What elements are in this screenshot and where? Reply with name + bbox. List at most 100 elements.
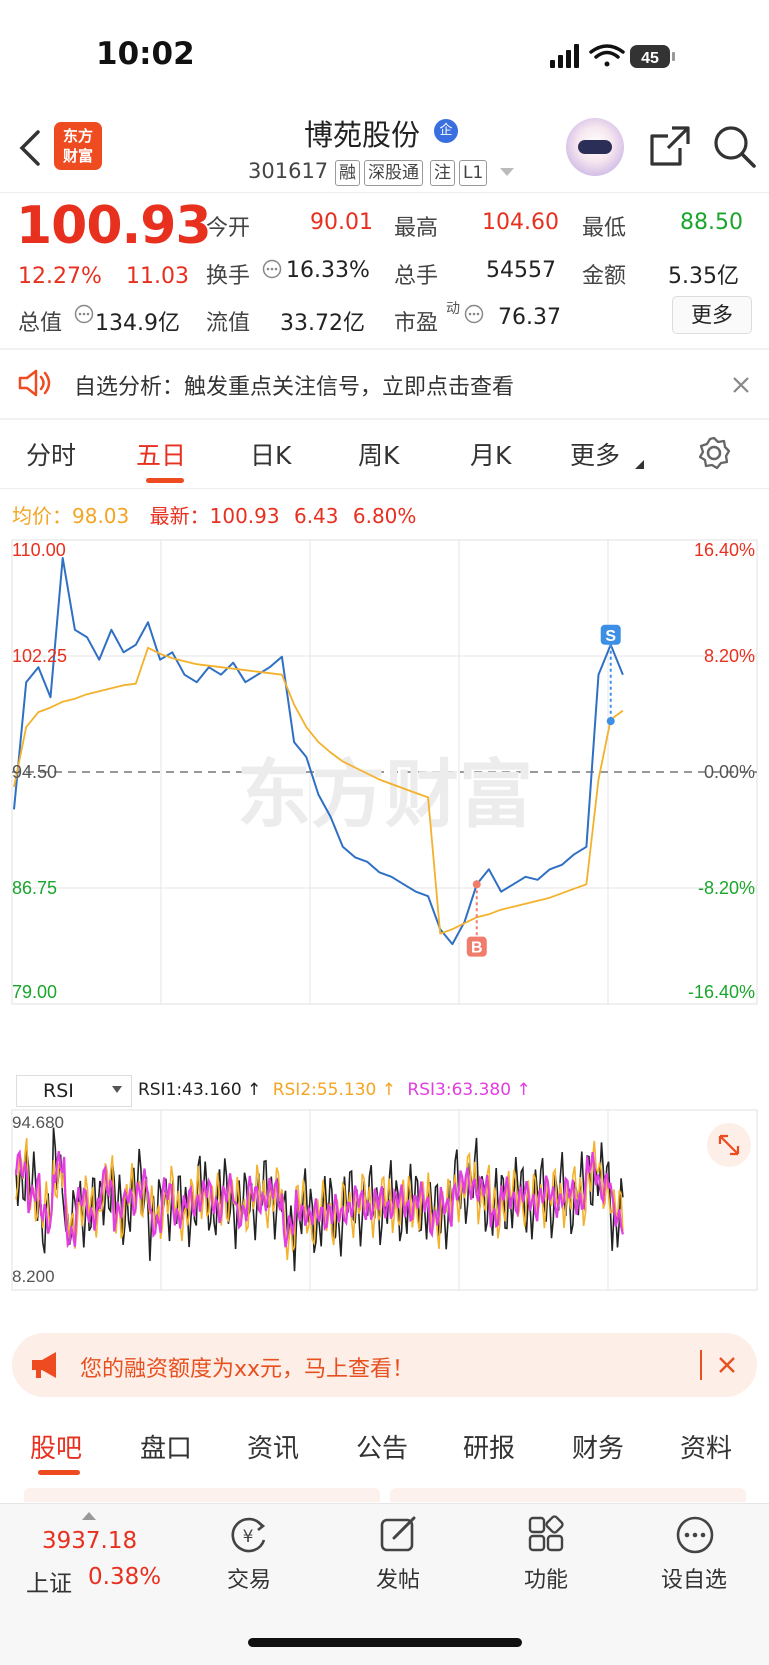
y-tick-left: 79.00 [12,982,57,1002]
volume-value: 54557 [486,258,556,283]
tab-monthly-k[interactable]: 月K [470,436,511,472]
rsi-min-label: 8.200 [12,1267,55,1286]
open-label: 今开 [206,216,251,241]
nav-add-watchlist[interactable]: 设自选 [644,1562,744,1594]
app-logo: 东方 财富 [54,122,102,170]
pe-label: 市盈 [394,311,439,336]
svg-text:B: B [471,940,483,957]
tab-announcements[interactable]: 公告 [356,1428,408,1465]
latest-change: 6.43 [293,504,339,528]
mcap-value: 134.9亿 [95,311,180,336]
tag-shenzhen-connect: 深股通 [364,160,423,186]
index-name[interactable]: 上证 [26,1564,72,1598]
open-value: 90.01 [310,210,373,235]
status-time: 10:02 [96,36,195,72]
close-icon[interactable] [732,376,750,394]
svg-text:¥: ¥ [243,1527,254,1547]
megaphone-icon [32,1352,56,1378]
tag-margin: 融 [335,160,360,186]
tab-weekly-k[interactable]: 周K [358,436,399,472]
more-circle-icon[interactable] [674,1514,716,1556]
nav-functions[interactable]: 功能 [496,1562,596,1594]
trade-icon[interactable]: ¥ [228,1516,270,1556]
change-amount: 11.03 [126,264,189,289]
y-tick-right: -16.40% [688,982,755,1002]
latest-pct: 6.80% [352,504,417,528]
pe-sup: 动 [446,301,460,317]
y-tick-left: 94.50 [12,762,57,782]
tab-news[interactable]: 资讯 [247,1428,299,1465]
rsi-legend: RSI1:43.160 ↑ RSI2:55.130 ↑ RSI3:63.380 … [138,1080,531,1100]
latest-label: 最新： [149,504,210,528]
mcap-label: 总值 [18,311,63,336]
amount-value: 5.35亿 [668,264,739,289]
compose-icon[interactable] [378,1514,420,1556]
y-tick-right: 0.00% [704,762,755,782]
wifi-icon [589,44,625,67]
info-dots-icon[interactable] [464,304,484,324]
gear-icon[interactable] [697,436,731,470]
tab-daily-k[interactable]: 日K [250,436,291,472]
y-tick-right: -8.20% [698,878,755,898]
info-dots-icon[interactable] [262,259,282,279]
index-value[interactable]: 3937.18 [42,1528,137,1554]
tab-intraday[interactable]: 分时 [26,436,76,472]
svg-text:S: S [605,628,616,645]
tab-more[interactable]: 更多 [570,436,620,472]
high-label: 最高 [394,216,439,241]
banner-text[interactable]: 您的融资额度为xx元，马上查看！ [80,1351,414,1383]
active-tab-indicator [146,478,184,483]
y-tick-left: 102.25 [12,646,67,666]
dropdown-icon[interactable] [500,168,514,178]
stock-name: 博苑股份 [304,118,421,152]
rsi-max-label: 94.680 [12,1113,64,1132]
more-quote-button[interactable]: 更多 [672,296,752,334]
float-value: 33.72亿 [280,311,365,336]
battery-level: 45 [641,50,659,67]
tab-orderbook[interactable]: 盘口 [140,1428,192,1465]
close-icon[interactable] [718,1356,736,1374]
battery-icon: 45 [630,45,675,68]
home-indicator [248,1638,522,1647]
y-tick-right: 8.20% [704,646,755,666]
tag-registration: 注 [430,160,455,186]
rsi2-label: RSI2:55.130 ↑ [272,1080,396,1100]
y-tick-left: 110.00 [12,540,66,560]
chart-legend: 均价：98.03 最新：100.93 6.43 6.80% [12,500,416,529]
low-label: 最低 [582,216,627,241]
low-value: 88.50 [680,210,743,235]
caret-up-icon[interactable] [82,1512,96,1520]
apps-icon[interactable] [526,1514,568,1556]
nav-trade[interactable]: 交易 [199,1562,299,1594]
tab-finance[interactable]: 财务 [572,1428,624,1465]
back-icon[interactable] [16,128,44,168]
rsi1-label: RSI1:43.160 ↑ [138,1080,262,1100]
y-tick-right: 16.40% [694,540,755,560]
avg-label: 均价： [12,504,72,528]
tab-forum[interactable]: 股吧 [30,1428,82,1465]
turnover-label: 换手 [206,264,251,289]
assistant-avatar[interactable] [566,118,624,176]
search-icon[interactable] [712,124,758,170]
stock-code: 301617 [248,159,329,183]
triangle-down-icon [635,460,644,469]
index-percent[interactable]: 0.38% [88,1564,161,1590]
chart-watermark: 东方财富 [237,752,533,838]
tab-profile[interactable]: 资料 [680,1428,732,1465]
expand-icon [707,1123,751,1167]
alert-text[interactable]: 自选分析：触发重点关注信号，立即点击查看 [74,369,514,401]
price-chart[interactable]: 东方财富 B S 110.00 102.25 94.50 86.75 79.00 16.40… [0,530,769,1300]
float-label: 流值 [206,311,251,336]
tab-five-day[interactable]: 五日 [136,436,186,472]
info-dots-icon[interactable] [74,304,94,324]
speaker-icon [18,369,51,397]
active-tab-indicator [38,1470,80,1475]
tab-research[interactable]: 研报 [463,1428,515,1465]
turnover-value: 16.33% [286,258,370,283]
avg-value: 98.03 [72,504,130,528]
share-icon[interactable] [648,124,692,168]
y-tick-left: 86.75 [12,878,57,898]
sell-marker: S [600,624,621,726]
high-value: 104.60 [482,210,559,235]
nav-post[interactable]: 发帖 [348,1562,448,1594]
